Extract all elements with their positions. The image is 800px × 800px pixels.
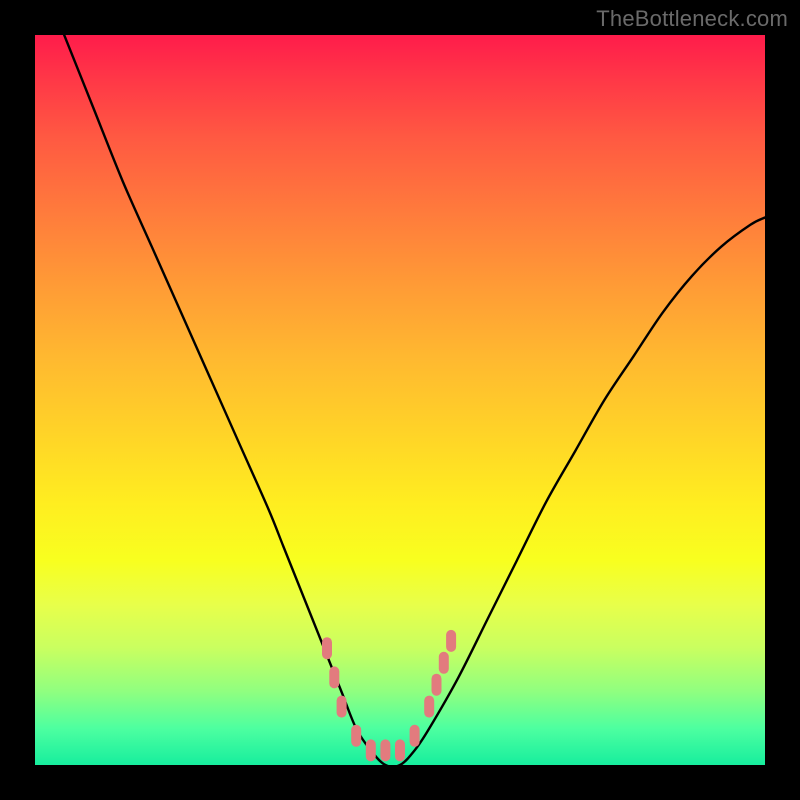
data-marker	[432, 674, 442, 696]
data-marker	[351, 725, 361, 747]
data-marker	[380, 739, 390, 761]
plot-area	[35, 35, 765, 765]
bottleneck-curve	[64, 35, 765, 765]
data-marker	[424, 696, 434, 718]
data-marker	[446, 630, 456, 652]
chart-overlay	[35, 35, 765, 765]
data-marker	[395, 739, 405, 761]
data-marker	[439, 652, 449, 674]
data-marker	[337, 696, 347, 718]
watermark-text: TheBottleneck.com	[596, 6, 788, 32]
data-marker	[366, 739, 376, 761]
data-marker	[322, 637, 332, 659]
data-marker	[329, 666, 339, 688]
chart-frame: TheBottleneck.com	[0, 0, 800, 800]
marker-group	[322, 630, 456, 762]
data-marker	[410, 725, 420, 747]
